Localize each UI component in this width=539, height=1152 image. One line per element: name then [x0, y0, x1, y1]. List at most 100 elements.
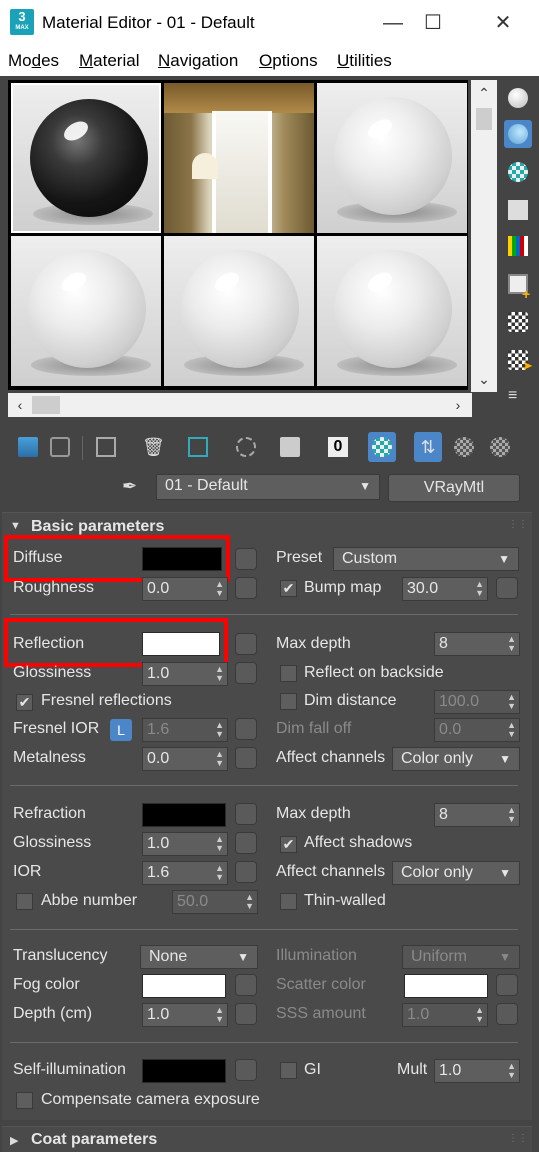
reflection-glossiness-map-button[interactable] [235, 662, 257, 684]
sample-uv-tiling-icon[interactable] [504, 196, 532, 224]
vertical-scrollbar[interactable]: ⌃ ⌄ [471, 80, 497, 392]
sample-type-sphere-icon[interactable] [504, 84, 532, 112]
sss-amount-map-button[interactable] [496, 1003, 518, 1025]
menu-navigation[interactable]: Navigation [158, 51, 238, 71]
material-type-button[interactable]: VRayMtl [388, 474, 520, 502]
roughness-map-button[interactable] [235, 577, 257, 599]
translucency-dropdown[interactable]: None ▼ [140, 945, 258, 969]
scroll-up-icon[interactable]: ⌃ [474, 82, 494, 104]
reflection-max-depth-spinner[interactable]: 8 ▲ ▼ [434, 632, 520, 656]
put-to-library-icon[interactable] [232, 432, 260, 462]
sample-slot-4[interactable] [11, 236, 161, 386]
fresnel-reflections-checkbox[interactable]: ✔ [16, 694, 33, 711]
refraction-max-depth-spinner[interactable]: 8 ▲ ▼ [434, 803, 520, 827]
fog-color-swatch[interactable] [142, 974, 226, 998]
reflect-on-backside-checkbox[interactable] [280, 665, 297, 682]
fresnel-ior-lock-button[interactable]: L [110, 719, 132, 741]
dim-distance-checkbox[interactable] [280, 693, 297, 710]
horizontal-scrollbar[interactable]: ‹ › [8, 393, 472, 417]
preset-dropdown[interactable]: Custom ▼ [333, 547, 519, 571]
reflection-affect-channels-dropdown[interactable]: Color only ▼ [392, 747, 520, 771]
video-color-check-icon[interactable] [504, 232, 532, 260]
fresnel-ior-map-button[interactable] [235, 718, 257, 740]
refraction-color-swatch[interactable] [142, 803, 226, 827]
eyedropper-icon[interactable]: ✒ [122, 476, 146, 500]
sample-slot-2[interactable] [164, 83, 314, 233]
select-by-material-icon[interactable]: ➤ [504, 346, 533, 374]
bump-map-checkbox[interactable]: ✔ [280, 580, 297, 597]
go-forward-sibling-icon[interactable] [486, 432, 514, 462]
menu-modes[interactable]: Modes [8, 51, 59, 71]
reflection-map-button[interactable] [235, 633, 257, 655]
material-name-field[interactable]: 01 - Default ▼ [156, 474, 380, 500]
drag-handle-icon[interactable]: ⋮⋮ [508, 519, 528, 530]
save-icon[interactable] [276, 432, 304, 462]
refraction-map-button[interactable] [235, 803, 257, 825]
menu-options[interactable]: Options [259, 51, 318, 71]
make-unique-icon[interactable] [184, 432, 212, 462]
make-preview-icon[interactable]: + [504, 270, 532, 302]
thin-walled-checkbox[interactable] [280, 893, 297, 910]
sss-amount-spinner[interactable]: 1.0 ▲ ▼ [402, 1003, 488, 1027]
affect-shadows-checkbox[interactable]: ✔ [280, 836, 297, 853]
abbe-number-spinner[interactable]: 50.0 ▲ ▼ [172, 890, 258, 914]
reflection-glossiness-spinner[interactable]: 1.0 ▲ ▼ [142, 662, 228, 686]
sample-slot-1[interactable] [11, 83, 161, 233]
diffuse-map-button[interactable] [235, 548, 257, 570]
material-navigator-icon[interactable]: ≡ [504, 382, 532, 410]
get-material-icon[interactable] [14, 432, 42, 462]
illumination-dropdown[interactable]: Uniform ▼ [402, 945, 520, 969]
go-to-parent-icon[interactable] [450, 432, 478, 462]
refraction-glossiness-map-button[interactable] [235, 832, 257, 854]
refraction-glossiness-spinner[interactable]: 1.0 ▲ ▼ [142, 832, 228, 856]
dim-falloff-spinner[interactable]: 0.0 ▲ ▼ [434, 718, 520, 742]
material-id-options-icon[interactable] [504, 308, 532, 336]
material-id-channel-icon[interactable]: 0 [324, 432, 352, 462]
self-illumination-color-swatch[interactable] [142, 1059, 226, 1083]
sample-slot-6[interactable] [317, 236, 467, 386]
dim-distance-spinner[interactable]: 100.0 ▲ ▼ [434, 690, 520, 714]
backlight-icon[interactable] [504, 120, 532, 148]
sample-slot-5[interactable] [164, 236, 314, 386]
mult-spinner[interactable]: 1.0 ▲ ▼ [434, 1059, 520, 1083]
refraction-affect-channels-label: Affect channels [276, 863, 386, 880]
refraction-affect-channels-dropdown[interactable]: Color only ▼ [392, 861, 520, 885]
ior-spinner[interactable]: 1.6 ▲ ▼ [142, 861, 228, 885]
fog-color-map-button[interactable] [235, 974, 257, 996]
close-button[interactable]: ✕ [490, 10, 516, 36]
compensate-exposure-checkbox[interactable] [16, 1092, 33, 1109]
bump-map-button[interactable] [496, 577, 518, 599]
scatter-color-map-button[interactable] [496, 974, 518, 996]
delete-icon[interactable]: 🗑 [138, 432, 166, 462]
maximize-button[interactable]: ☐ [420, 10, 446, 36]
background-checker-icon[interactable] [504, 158, 532, 186]
scroll-thumb[interactable] [476, 108, 492, 130]
coat-parameters-header[interactable]: ▶ Coat parameters ⋮⋮ [2, 1130, 532, 1152]
scatter-color-swatch[interactable] [404, 974, 488, 998]
scroll-down-icon[interactable]: ⌄ [474, 368, 494, 390]
depth-spinner[interactable]: 1.0 ▲ ▼ [142, 1003, 228, 1027]
assign-material-icon[interactable] [92, 432, 120, 462]
hscroll-thumb[interactable] [32, 396, 60, 414]
menu-material[interactable]: Material [79, 51, 139, 71]
ior-map-button[interactable] [235, 861, 257, 883]
drag-handle-icon[interactable]: ⋮⋮ [508, 1133, 528, 1144]
gi-checkbox[interactable] [280, 1062, 297, 1079]
sample-slot-3[interactable] [317, 83, 467, 233]
self-illumination-map-button[interactable] [235, 1059, 257, 1081]
metalness-map-button[interactable] [235, 747, 257, 769]
fresnel-ior-spinner[interactable]: 1.6 ▲ ▼ [142, 718, 228, 742]
fresnel-reflections-label: Fresnel reflections [41, 692, 172, 709]
put-material-to-scene-icon[interactable] [46, 432, 74, 462]
menu-utilities[interactable]: Utilities [337, 51, 392, 71]
metalness-spinner[interactable]: 0.0 ▲ ▼ [142, 747, 228, 771]
roughness-spinner[interactable]: 0.0 ▲ ▼ [142, 577, 228, 601]
minimize-button[interactable]: — [380, 10, 406, 36]
bump-map-spinner[interactable]: 30.0 ▲ ▼ [402, 577, 488, 601]
abbe-number-checkbox[interactable] [16, 893, 33, 910]
scroll-left-icon[interactable]: ‹ [10, 394, 30, 416]
depth-map-button[interactable] [235, 1003, 257, 1025]
show-map-in-viewport-icon[interactable] [368, 432, 396, 462]
show-end-result-icon[interactable]: ⇅ [414, 432, 442, 462]
scroll-right-icon[interactable]: › [448, 394, 468, 416]
